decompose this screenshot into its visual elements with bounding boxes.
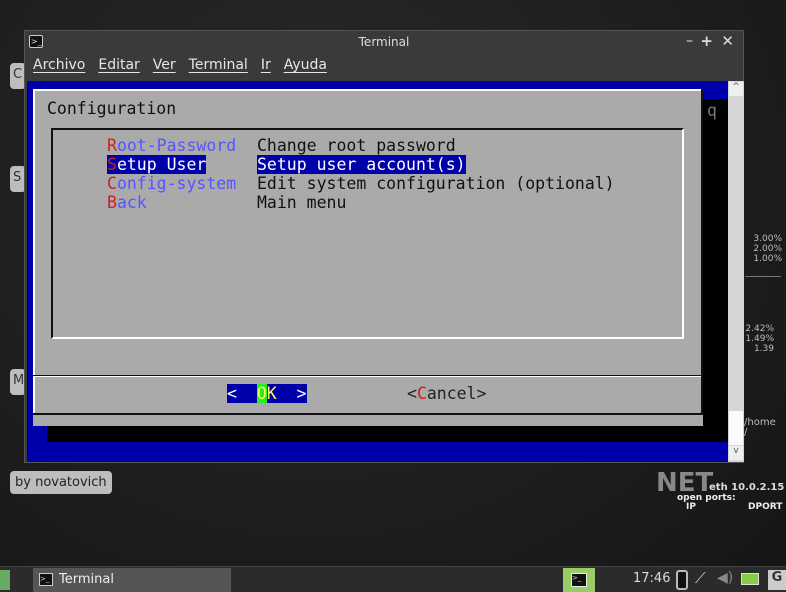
scrollbar[interactable]: ^ v [728, 81, 744, 462]
taskbar: >_ Terminal >_ 17:46 ⟋ ◀) G [0, 566, 786, 592]
separator [33, 375, 701, 377]
clipboard-icon[interactable] [676, 570, 688, 590]
hotkey: C [107, 174, 117, 193]
clock[interactable]: 17:46 [633, 571, 670, 586]
load-stats: 2.42% 1.49% 1.39 [745, 324, 774, 354]
battery-icon[interactable] [741, 573, 759, 585]
item-label: ack [116, 193, 147, 212]
terminal-icon: >_ [39, 573, 53, 586]
dialog-title: Configuration [47, 99, 177, 118]
terminal-launcher[interactable]: >_ [563, 568, 595, 592]
config-dialog: Configuration Root-Password Change root p… [33, 89, 703, 426]
menu-ver[interactable]: Ver [153, 57, 176, 73]
hotkey: R [107, 136, 117, 155]
task-label: Terminal [59, 572, 114, 587]
credit-label: by novatovich [10, 471, 112, 494]
menu-ir[interactable]: Ir [261, 57, 271, 73]
menu-archivo[interactable]: Archivo [33, 57, 85, 73]
ip-header: IP [686, 502, 696, 512]
item-label: etup User [116, 155, 207, 174]
menu-item-description[interactable]: Main menu [257, 193, 346, 212]
menu-ayuda[interactable]: Ayuda [284, 57, 327, 73]
taskbar-task-terminal[interactable]: >_ Terminal [33, 568, 231, 592]
window-title: Terminal [358, 35, 410, 49]
dport-header: DPORT [748, 502, 783, 512]
cpu-stats: 3.00% 2.00% 1.00% [753, 234, 782, 264]
volume-icon[interactable]: ◀) [717, 570, 733, 586]
scroll-down-icon[interactable]: v [729, 446, 743, 460]
menu-item-tag[interactable]: Back [107, 193, 147, 212]
network-plug-icon[interactable]: ⟋ [695, 569, 706, 587]
divider [745, 276, 781, 277]
menu-item-description[interactable]: Change root password [257, 136, 456, 155]
menu-bar: Archivo Editar Ver Terminal Ir Ayuda [33, 57, 327, 73]
menu-terminal[interactable]: Terminal [189, 57, 248, 73]
minimize-button[interactable]: – [686, 33, 693, 49]
logout-icon[interactable]: G [768, 570, 786, 590]
start-menu-icon[interactable] [0, 570, 10, 590]
terminal-icon: >_ [571, 573, 587, 587]
menu-item-tag[interactable]: Setup User [107, 155, 207, 174]
menu-editar[interactable]: Editar [98, 57, 139, 73]
cancel-button[interactable]: <Cancel> [407, 384, 486, 403]
background-text: q [707, 101, 717, 120]
hotkey: S [107, 155, 117, 174]
scroll-up-icon[interactable]: ^ [729, 82, 743, 96]
menu-item-description[interactable]: Edit system configuration (optional) [257, 174, 615, 193]
menu-item-tag[interactable]: Root-Password [107, 136, 236, 155]
item-label: oot-Password [116, 136, 237, 155]
scrollbar-thumb[interactable] [729, 411, 743, 445]
maximize-button[interactable]: + [700, 32, 713, 50]
terminal-area[interactable]: q Configuration Root-Password Change root… [27, 81, 728, 462]
menu-item-tag[interactable]: Config-system [107, 174, 236, 193]
hotkey: B [107, 193, 117, 212]
item-label: onfig-system [116, 174, 237, 193]
close-button[interactable]: ✕ [721, 32, 734, 50]
ok-button[interactable]: < OK > [227, 384, 307, 403]
menu-item-description[interactable]: Setup user account(s) [257, 155, 466, 174]
disk-stats: /home / [744, 417, 776, 438]
terminal-window: >_ Terminal – + ✕ Archivo Editar Ver Ter… [24, 30, 744, 463]
net-iface: eth 10.0.2.15 [709, 482, 785, 493]
